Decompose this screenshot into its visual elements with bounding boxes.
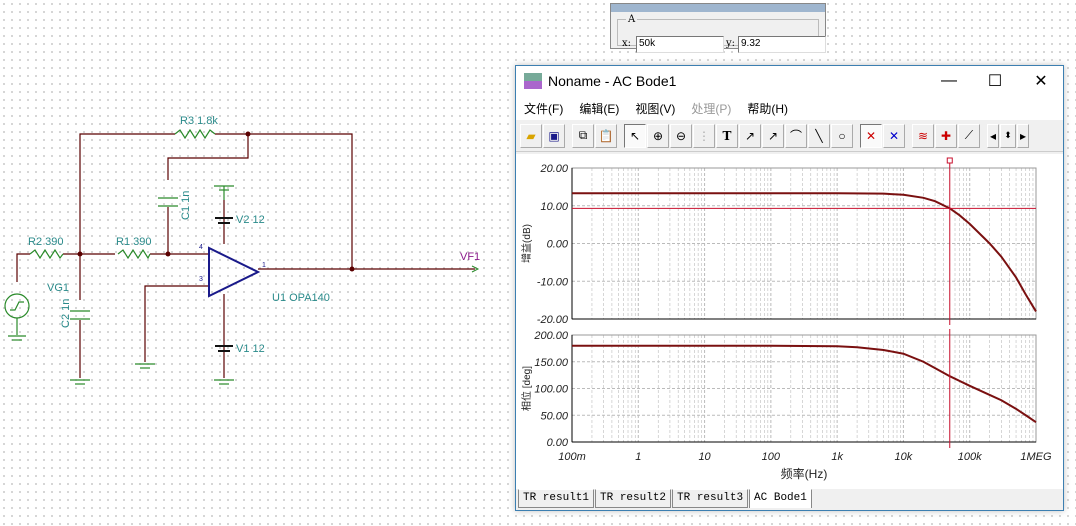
- cursor-b-icon[interactable]: ✕: [883, 123, 905, 148]
- x-label: x:: [622, 38, 632, 49]
- schematic: [4, 128, 480, 385]
- x-tick-label: 1MEG: [1020, 451, 1052, 463]
- y-tick-label: 50.00: [540, 410, 568, 422]
- window-title: Noname - AC Bode1: [548, 73, 677, 89]
- add-curve-icon[interactable]: ≋: [912, 123, 934, 148]
- minimize-button[interactable]: —: [926, 66, 972, 96]
- zoom-in-icon[interactable]: ⊕: [647, 123, 669, 148]
- close-button[interactable]: ✕: [1018, 66, 1064, 96]
- tab-tr-result1[interactable]: TR result1: [518, 489, 595, 508]
- label-c2: C2 1n: [60, 298, 72, 328]
- label-u1: U1 OPA140: [272, 292, 330, 304]
- y-tick-label: 0.00: [547, 437, 569, 449]
- pin-1: 1: [262, 262, 266, 269]
- zoom-100-icon[interactable]: ⊖: [670, 123, 692, 148]
- label-r1: R1 390: [116, 236, 152, 248]
- x-tick-label: 100m: [558, 451, 586, 463]
- label-c1: C1 1n: [180, 190, 192, 220]
- resistor-r3: [174, 128, 216, 140]
- resistor-r1: [117, 248, 151, 260]
- cursor-a-label: A: [628, 14, 636, 25]
- tag-a-icon[interactable]: ↗: [739, 123, 761, 148]
- tab-ac-bode1[interactable]: AC Bode1: [749, 489, 812, 508]
- y-label: y:: [726, 38, 736, 49]
- x-tick-label: 100k: [958, 451, 982, 463]
- y-value-field[interactable]: 9.32: [738, 36, 826, 53]
- open-icon[interactable]: ▰: [520, 123, 542, 148]
- x-axis-label: 频率(Hz): [781, 466, 828, 481]
- save-icon[interactable]: ▣: [543, 123, 565, 148]
- cursor-a-icon[interactable]: ✕: [860, 123, 882, 148]
- readout-titlebar[interactable]: [611, 4, 825, 12]
- toolbar: ▰ ▣ ⧉ 📋 ↖ ⊕ ⊖ ⋮ T ↗ ↗ ⌒ ╲ ○ ✕ ✕ ≋ ✚ ⟋ ◂ …: [516, 120, 1063, 152]
- tag-c-icon[interactable]: ⌒: [785, 123, 807, 148]
- y-tick-label: 100.00: [534, 384, 569, 396]
- x-value-field[interactable]: 50k: [636, 36, 724, 53]
- title-bar[interactable]: Noname - AC Bode1 — ☐ ✕: [516, 66, 1063, 96]
- grid-icon[interactable]: ⋮: [693, 123, 715, 148]
- y-tick-label: -20.00: [537, 314, 569, 326]
- y-tick-label: 10.00: [540, 201, 568, 213]
- plot-area[interactable]: 20.00 10.00 0.00 -10.00 -20.00 增益(dB) 200.00 15…: [516, 154, 1063, 489]
- label-r2: R2 390: [28, 236, 64, 248]
- bode-window: Noname - AC Bode1 — ☐ ✕ 文件(F) 编辑(E) 视图(V…: [515, 65, 1064, 511]
- x-tick-label: 10k: [895, 451, 913, 463]
- scroll-left-icon[interactable]: ◂: [987, 123, 999, 148]
- label-v1: V1 12: [236, 343, 265, 355]
- add-probe-icon[interactable]: ✚: [935, 123, 957, 148]
- pin-4: 4: [199, 244, 203, 251]
- label-r3: R3 1.8k: [180, 115, 218, 127]
- paste-icon[interactable]: 📋: [595, 123, 617, 148]
- menu-view[interactable]: 视图(V): [627, 100, 683, 117]
- menu-bar: 文件(F) 编辑(E) 视图(V) 处理(P) 帮助(H): [516, 96, 1063, 120]
- y-axis-label: 相位 [deg]: [520, 366, 533, 411]
- scroll-right-icon[interactable]: ▸: [1017, 123, 1029, 148]
- y-tick-label: 20.00: [539, 163, 568, 175]
- line-icon[interactable]: ╲: [808, 123, 830, 148]
- app-icon: [524, 73, 542, 89]
- scroll-up-down-icon[interactable]: ⬍: [1000, 123, 1016, 148]
- y-tick-label: -10.00: [537, 276, 569, 288]
- y-tick-label: 150.00: [534, 357, 569, 369]
- label-vf1: VF1: [460, 251, 481, 263]
- menu-file[interactable]: 文件(F): [516, 100, 571, 117]
- cursor-a-group: A x: 50k y: 9.32: [617, 14, 826, 53]
- maximize-button[interactable]: ☐: [972, 66, 1018, 96]
- circle-icon[interactable]: ○: [831, 123, 853, 148]
- x-tick-label: 100: [762, 451, 781, 463]
- x-tick-label: 10: [698, 451, 711, 463]
- pointer-icon[interactable]: ↖: [624, 123, 646, 148]
- menu-help[interactable]: 帮助(H): [739, 100, 796, 117]
- cursor-readout: A x: 50k y: 9.32: [610, 3, 826, 53]
- menu-edit[interactable]: 编辑(E): [571, 100, 627, 117]
- pin-3: 3: [199, 276, 203, 283]
- bode-plots[interactable]: 20.0010.000.00-10.00-20.00增益(dB)200.0015…: [516, 154, 1063, 489]
- y-tick-label: 0.00: [547, 239, 569, 251]
- cursor-a-handle: [946, 157, 953, 164]
- x-tick-label: 1: [635, 451, 641, 463]
- tangent-icon[interactable]: ⟋: [958, 123, 980, 148]
- menu-process[interactable]: 处理(P): [683, 100, 739, 117]
- resistor-r2: [29, 248, 64, 260]
- result-tabs: TR result1 TR result2 TR result3 AC Bode…: [518, 489, 813, 508]
- y-axis-label: 增益(dB): [520, 224, 533, 263]
- label-v2: V2 12: [236, 214, 265, 226]
- opamp-u1: [208, 246, 261, 298]
- label-vg1: VG1: [47, 282, 70, 294]
- text-icon[interactable]: T: [716, 123, 738, 148]
- copy-icon[interactable]: ⧉: [572, 123, 594, 148]
- x-tick-label: 1k: [831, 451, 843, 463]
- tab-tr-result3[interactable]: TR result3: [672, 489, 749, 508]
- y-tick-label: 200.00: [533, 330, 569, 342]
- tag-b-icon[interactable]: ↗: [762, 123, 784, 148]
- tab-tr-result2[interactable]: TR result2: [595, 489, 672, 508]
